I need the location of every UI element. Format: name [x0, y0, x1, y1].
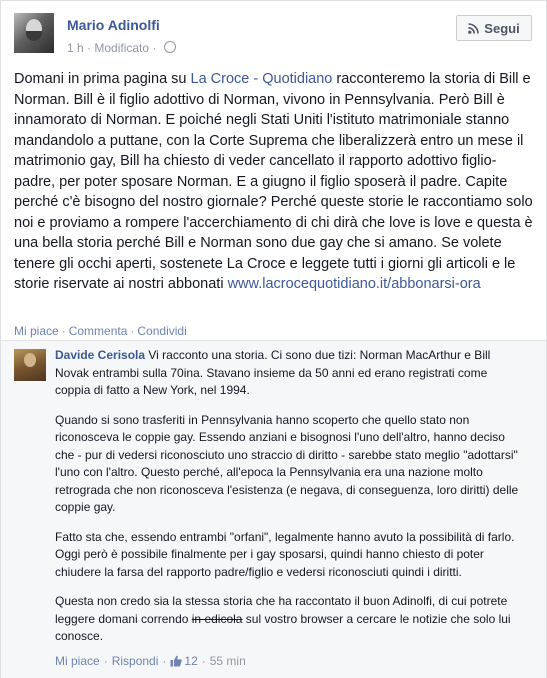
thumbs-up-icon[interactable] [170, 655, 183, 667]
comment-like-count[interactable]: 12 [184, 654, 197, 668]
action-separator: · [201, 654, 206, 668]
action-separator: · [162, 654, 167, 668]
comment-time[interactable]: 55 min [210, 654, 246, 668]
post-text-part: Domani in prima pagina su [14, 71, 191, 87]
share-link[interactable]: Condividi [137, 324, 186, 338]
post-meta: 1 h · Modificato · [67, 41, 176, 55]
like-link[interactable]: Mi piace [14, 324, 59, 338]
action-separator: · [130, 324, 135, 338]
commenter-name[interactable]: Davide Cerisola [55, 348, 145, 362]
post-text: Domani in prima pagina su La Croce - Quo… [14, 69, 537, 295]
post-actions: Mi piace · Commenta · Condividi [14, 324, 187, 338]
comment-actions: Mi piace · Rispondi · 12 · 55 min [55, 654, 246, 668]
comment-reply-link[interactable]: Rispondi [112, 654, 159, 668]
action-separator: · [61, 324, 66, 338]
author-avatar[interactable] [14, 13, 54, 53]
action-separator: · [103, 654, 108, 668]
comment-paragraph: Questa non credo sia la stessa storia ch… [55, 593, 525, 646]
subscribe-url-link[interactable]: www.lacrocequotidiano.it/abbonarsi-ora [228, 276, 481, 292]
comment-link[interactable]: Commenta [69, 324, 128, 338]
rss-icon [468, 22, 480, 34]
post-author-name[interactable]: Mario Adinolfi [67, 17, 160, 33]
follow-button[interactable]: Segui [456, 15, 532, 41]
strikethrough-text: in edicola [191, 611, 243, 626]
avatar-head [24, 353, 36, 367]
post-edited-label[interactable]: Modificato [94, 41, 149, 55]
post-text-part: racconteremo la storia di Bill e Norman.… [14, 71, 533, 292]
comments-section: Davide Cerisola Vi racconto una storia. … [1, 340, 546, 678]
comment-text: Davide Cerisola Vi racconto una storia. … [55, 347, 525, 658]
comment-like-link[interactable]: Mi piace [55, 654, 100, 668]
follow-label: Segui [484, 20, 520, 36]
avatar-beard [26, 31, 42, 41]
facebook-post: Mario Adinolfi 1 h · Modificato · Segui … [0, 0, 547, 678]
meta-separator: · [152, 41, 160, 55]
comment-paragraph: Fatto sta che, essendo entrambi "orfani"… [55, 529, 515, 579]
comment-paragraph: Quando si sono trasferiti in Pennsylvani… [55, 412, 519, 515]
comment-paragraph: Davide Cerisola Vi racconto una storia. … [55, 347, 525, 400]
page-link-la-croce[interactable]: La Croce - Quotidiano [191, 71, 333, 87]
post-time[interactable]: 1 h [67, 41, 84, 55]
globe-icon[interactable] [163, 41, 176, 53]
commenter-avatar[interactable] [14, 349, 46, 381]
